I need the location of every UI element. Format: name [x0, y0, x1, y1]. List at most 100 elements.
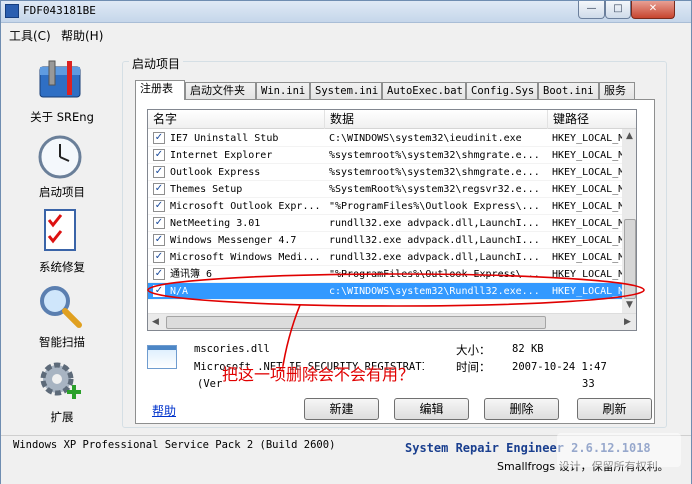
table-row[interactable]: ✓ IE7 Uninstall Stub C:\WINDOWS\system32\i…	[148, 130, 636, 147]
scroll-left-icon[interactable]: ◀	[152, 317, 159, 327]
menu-tools[interactable]: 工具(C)	[9, 27, 51, 44]
menu-help[interactable]: 帮助(H)	[61, 27, 103, 44]
row-checkbox[interactable]: ✓	[153, 217, 165, 229]
scroll-thumb-horizontal[interactable]	[166, 316, 546, 329]
row-name: N/A	[170, 286, 189, 297]
row-data: c:\WINDOWS\system32\Rundll32.exe...	[329, 286, 540, 297]
menu-bar: 工具(C) 帮助(H)	[1, 24, 691, 44]
table-row[interactable]: ✓ Outlook Express %systemroot%\system32\sh…	[148, 164, 636, 181]
table-row-selected[interactable]: ✓ N/A c:\WINDOWS\system32\Rundll32.exe... H…	[148, 283, 636, 300]
size-value: 82 KB	[512, 343, 544, 355]
row-data: %systemroot%\system32\shmgrate.e...	[329, 167, 540, 178]
tab-boot-ini[interactable]: Boot.ini	[538, 82, 599, 99]
row-name: IE7 Uninstall Stub	[170, 133, 279, 144]
new-button[interactable]: 新建	[304, 398, 379, 420]
sidebar-item-about[interactable]: 关于 SREng	[7, 51, 117, 126]
row-checkbox[interactable]: ✓	[153, 149, 165, 161]
row-name: Windows Messenger 4.7	[170, 235, 297, 246]
table-row[interactable]: ✓ Windows Messenger 4.7 rundll32.exe advpa…	[148, 232, 636, 249]
time-label: 时间：	[456, 360, 491, 374]
group-title: 启动项目	[129, 55, 184, 72]
tab-win-ini[interactable]: Win.ini	[256, 82, 310, 99]
row-data: rundll32.exe advpack.dll,LaunchI...	[329, 235, 540, 246]
row-checkbox[interactable]: ✓	[153, 166, 165, 178]
tab-startup-folder[interactable]: 启动文件夹	[185, 82, 256, 99]
sidebar: 关于 SREng 启动项目 系统修复 智能扫描 扩展	[7, 51, 117, 431]
tab-system-ini[interactable]: System.ini	[310, 82, 382, 99]
table-row[interactable]: ✓ Microsoft Outlook Expr... "%ProgramFiles…	[148, 198, 636, 215]
detail-version: (Ver	[197, 378, 223, 390]
detail-file-name: mscories.dll	[194, 343, 270, 355]
row-checkbox[interactable]: ✓	[153, 200, 165, 212]
maximize-button[interactable]: □	[605, 1, 631, 19]
row-name: Internet Explorer	[170, 150, 273, 161]
startup-list[interactable]: 名字 数据 键路径 ✓ IE7 Uninstall Stub C:\WINDOWS\…	[147, 109, 637, 331]
clock-icon	[38, 135, 82, 179]
gear-plus-icon	[40, 362, 81, 399]
row-name: Themes Setup	[170, 184, 243, 195]
file-icon	[147, 345, 177, 369]
row-name: Microsoft Windows Medi...	[170, 252, 321, 263]
window-title: FDF043181BE	[23, 4, 96, 17]
column-name[interactable]: 名字	[148, 110, 325, 129]
sidebar-item-startup[interactable]: 启动项目	[7, 129, 117, 204]
title-bar[interactable]: FDF043181BE — □ ✕	[1, 1, 691, 23]
table-row[interactable]: ✓ Microsoft Windows Medi... rundll32.exe a…	[148, 249, 636, 266]
scroll-up-icon[interactable]: ▲	[626, 131, 633, 141]
row-name: Microsoft Outlook Expr...	[170, 201, 321, 212]
annotation-text: 把这一项删除会不会有用？	[222, 365, 415, 384]
scroll-right-icon[interactable]: ▶	[624, 317, 631, 327]
edit-button[interactable]: 编辑	[394, 398, 469, 420]
column-data[interactable]: 数据	[325, 110, 548, 129]
table-row[interactable]: ✓ 通讯簿 6 "%ProgramFiles%\Outlook Express\..…	[148, 266, 636, 283]
tab-autoexec[interactable]: AutoExec.bat	[382, 82, 466, 99]
refresh-button[interactable]: 刷新	[577, 398, 652, 420]
sidebar-item-label: 启动项目	[39, 185, 85, 199]
row-checkbox[interactable]: ✓	[153, 183, 165, 195]
size-label: 大小：	[456, 343, 491, 357]
row-checkbox[interactable]: ✓	[153, 285, 165, 297]
sidebar-item-repair[interactable]: 系统修复	[7, 206, 117, 281]
tab-registry[interactable]: 注册表	[135, 80, 185, 100]
table-row[interactable]: ✓ Themes Setup %SystemRoot%\system32\regsv…	[148, 181, 636, 198]
row-data: "%ProgramFiles%\Outlook Express\...	[329, 269, 540, 280]
tab-strip: 注册表 启动文件夹 Win.ini System.ini AutoExec.ba…	[135, 80, 655, 100]
row-checkbox[interactable]: ✓	[153, 234, 165, 246]
list-header: 名字 数据 键路径	[148, 110, 636, 129]
sidebar-item-label: 扩展	[50, 410, 74, 424]
tab-config-sys[interactable]: Config.Sys	[466, 82, 538, 99]
vertical-scrollbar[interactable]: ▲ ▼	[622, 129, 636, 313]
sidebar-item-extend[interactable]: 扩展	[7, 357, 117, 427]
row-data: rundll32.exe advpack.dll,LaunchI...	[329, 218, 540, 229]
watermark-overlay	[557, 433, 681, 467]
table-row[interactable]: ✓ Internet Explorer %systemroot%\system32\…	[148, 147, 636, 164]
delete-button[interactable]: 删除	[484, 398, 559, 420]
row-checkbox[interactable]: ✓	[153, 251, 165, 263]
magnifier-icon	[40, 286, 82, 328]
horizontal-scrollbar[interactable]: ◀ ▶	[148, 313, 636, 330]
row-data: rundll32.exe advpack.dll,LaunchI...	[329, 252, 540, 263]
row-name: Outlook Express	[170, 167, 261, 178]
sidebar-item-label: 系统修复	[39, 260, 85, 274]
row-name: NetMeeting 3.01	[170, 218, 261, 229]
sidebar-item-scan[interactable]: 智能扫描	[7, 281, 117, 356]
tab-services[interactable]: 服务	[599, 82, 635, 99]
row-data: %systemroot%\system32\shmgrate.e...	[329, 150, 540, 161]
time-value: 2007-10-24 1:47	[512, 361, 607, 373]
row-data: %SystemRoot%\system32\regsvr32.e...	[329, 184, 540, 195]
close-button[interactable]: ✕	[631, 1, 675, 19]
scroll-thumb[interactable]	[624, 219, 636, 299]
sidebar-item-label: 智能扫描	[39, 335, 85, 349]
minimize-button[interactable]: —	[578, 1, 605, 19]
column-key[interactable]: 键路径	[548, 110, 636, 129]
sidebar-item-label: 关于 SREng	[30, 110, 94, 124]
scroll-down-icon[interactable]: ▼	[626, 300, 633, 310]
checklist-icon	[44, 209, 76, 251]
table-row[interactable]: ✓ NetMeeting 3.01 rundll32.exe advpack.dll…	[148, 215, 636, 232]
os-info: Windows XP Professional Service Pack 2 (…	[13, 439, 336, 451]
row-data: C:\WINDOWS\system32\ieudinit.exe	[329, 133, 522, 144]
row-checkbox[interactable]: ✓	[153, 132, 165, 144]
row-checkbox[interactable]: ✓	[153, 268, 165, 280]
help-link[interactable]: 帮助	[152, 402, 176, 419]
row-name: 通讯簿 6	[170, 269, 213, 280]
